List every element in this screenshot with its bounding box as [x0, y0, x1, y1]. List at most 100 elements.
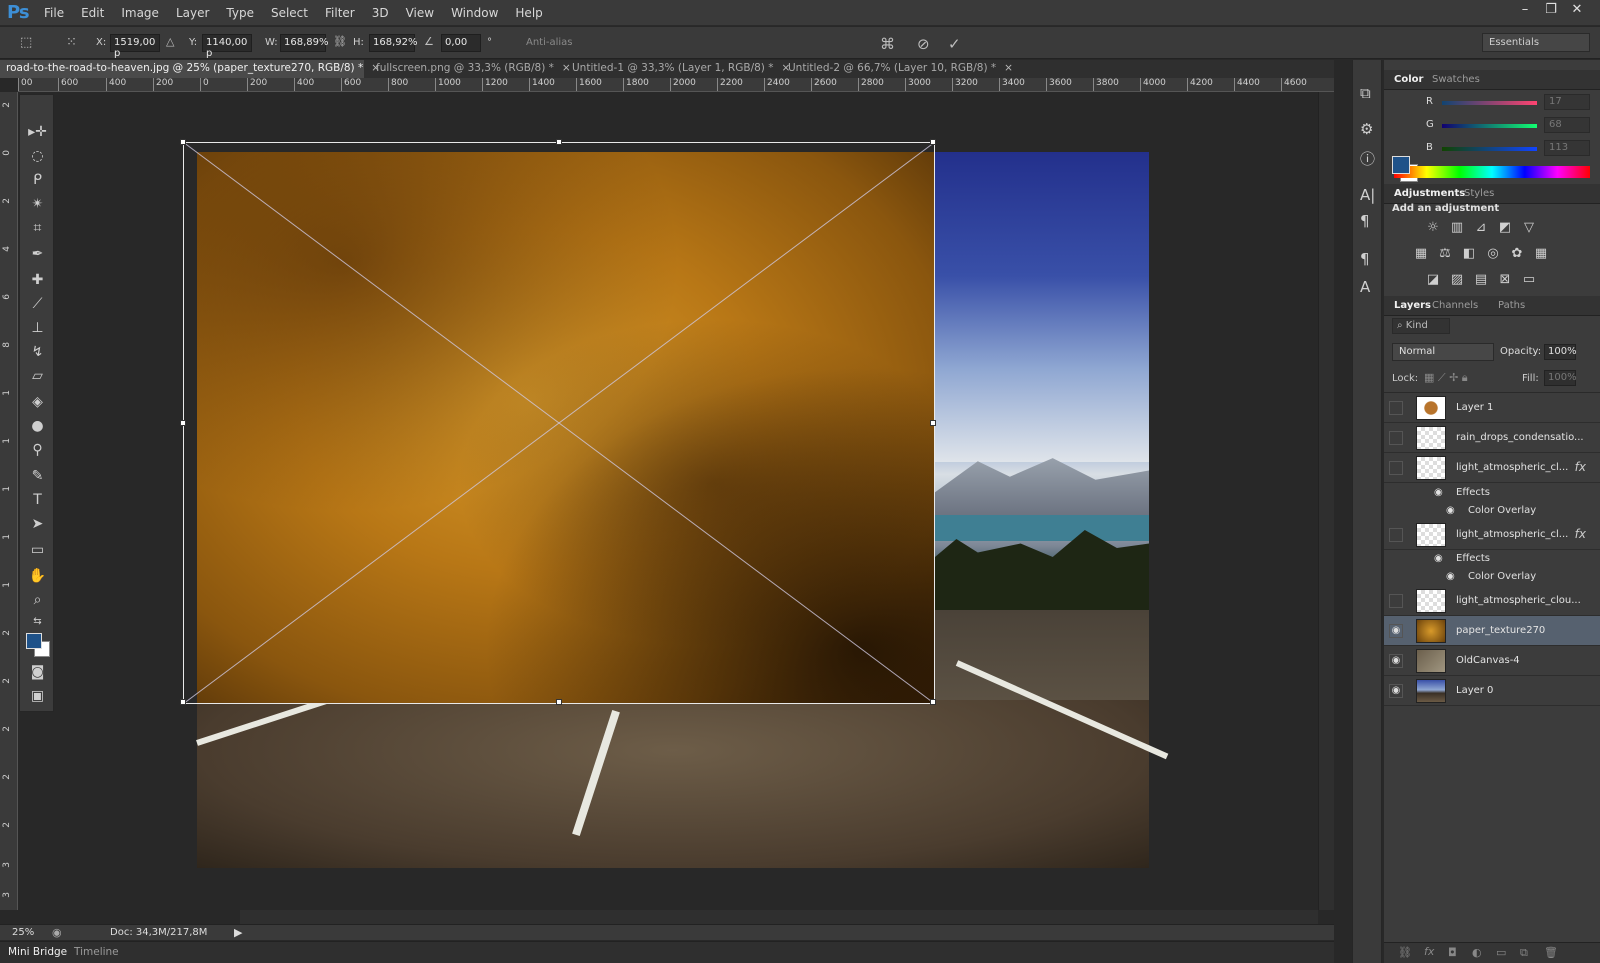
x-field[interactable]: 1519,00 p: [110, 34, 160, 59]
screen-mode-icon[interactable]: ▣: [20, 685, 55, 707]
info-panel-icon[interactable]: ⓘ: [1360, 148, 1375, 169]
eyedropper-tool-icon[interactable]: ✒: [20, 243, 55, 265]
status-info-icon[interactable]: ◉: [52, 926, 62, 939]
tab-color[interactable]: Color: [1394, 74, 1423, 85]
ruler-top[interactable]: 00 600 400 200 0 200 400 600 800 1000 12…: [18, 78, 1334, 92]
visibility-toggle[interactable]: ◉: [1389, 431, 1403, 445]
visibility-toggle[interactable]: ◉: [1389, 654, 1403, 668]
fill-field[interactable]: 100%: [1544, 370, 1577, 386]
lock-icons[interactable]: ▦ ⟋ ✢ 🔒︎: [1424, 371, 1468, 385]
history-panel-icon[interactable]: ⧉: [1360, 84, 1371, 102]
tab-channels[interactable]: Channels: [1432, 300, 1478, 311]
effect-row[interactable]: ◉ Color Overlay: [1384, 568, 1600, 586]
doc-tab[interactable]: fullscreen.png @ 33,3% (RGB/8) * ×: [370, 60, 571, 78]
levels-icon[interactable]: ▥: [1448, 220, 1466, 236]
type-tool-icon[interactable]: T: [20, 489, 55, 511]
visibility-toggle[interactable]: ◉: [1389, 684, 1403, 698]
link-icon[interactable]: ⛓: [333, 35, 347, 48]
layer-row[interactable]: ◉ light_atmospheric_cl... fx: [1384, 453, 1600, 483]
exposure-icon[interactable]: ◩: [1496, 220, 1514, 236]
path-selection-tool-icon[interactable]: ➤: [20, 513, 55, 535]
marquee-tool-icon[interactable]: ◌: [20, 145, 55, 167]
color-lookup-icon[interactable]: ▦: [1532, 246, 1550, 262]
eye-icon[interactable]: ◉: [1446, 505, 1455, 516]
transform-handle-l[interactable]: [180, 420, 186, 426]
minimize-button[interactable]: –: [1512, 2, 1538, 17]
quick-mask-icon[interactable]: ◙: [20, 661, 55, 683]
menu-view[interactable]: View: [406, 6, 434, 20]
reference-point-icon[interactable]: ⁙: [66, 35, 77, 50]
blur-tool-icon[interactable]: ●: [20, 415, 55, 437]
posterize-icon[interactable]: ▨: [1448, 272, 1466, 288]
pen-tool-icon[interactable]: ✎: [20, 465, 55, 487]
b-slider-track[interactable]: [1442, 147, 1537, 151]
swap-colors-icon[interactable]: ⇆: [20, 611, 55, 633]
zoom-tool-icon[interactable]: ⌕: [20, 589, 55, 611]
transform-handle-tl[interactable]: [180, 139, 186, 145]
effect-row[interactable]: ◉ Color Overlay: [1384, 502, 1600, 520]
zoom-level[interactable]: 25%: [12, 927, 34, 938]
tab-adjustments[interactable]: Adjustments: [1394, 188, 1465, 199]
add-style-icon[interactable]: fx: [1424, 945, 1434, 958]
menu-3d[interactable]: 3D: [372, 6, 389, 20]
tab-paths[interactable]: Paths: [1498, 300, 1525, 311]
layer-row[interactable]: ◉ paper_texture270: [1384, 616, 1600, 646]
restore-button[interactable]: ❐: [1538, 2, 1564, 17]
horizontal-scrollbar[interactable]: [240, 910, 1318, 924]
doc-tab[interactable]: road-to-the-road-to-heaven.jpg @ 25% (pa…: [0, 60, 380, 78]
visibility-toggle[interactable]: ◉: [1389, 528, 1403, 542]
layer-row[interactable]: ◉ rain_drops_condensatio...: [1384, 423, 1600, 453]
ruler-left[interactable]: 2 0 2 4 6 8 1 1 1 1 1 2 2 2 2 2 3 3: [0, 92, 18, 910]
paint-bucket-tool-icon[interactable]: ◈: [20, 391, 55, 413]
visibility-toggle[interactable]: ◉: [1389, 594, 1403, 608]
visibility-toggle[interactable]: ◉: [1389, 401, 1403, 415]
properties-panel-icon[interactable]: ⚙: [1360, 120, 1373, 138]
close-button[interactable]: ✕: [1564, 2, 1590, 17]
color-spectrum[interactable]: [1394, 166, 1590, 178]
commit-transform-icon[interactable]: ✓: [948, 35, 961, 53]
menu-select[interactable]: Select: [271, 6, 308, 20]
history-brush-tool-icon[interactable]: ↯: [20, 341, 55, 363]
effects-row[interactable]: ◉ Effects: [1384, 550, 1600, 568]
doc-tab[interactable]: Untitled-1 @ 33,3% (Layer 1, RGB/8) * ×: [566, 60, 790, 78]
layer-row[interactable]: ◉ light_atmospheric_cl... fx: [1384, 520, 1600, 550]
w-field[interactable]: 168,89%: [280, 34, 329, 52]
visibility-toggle[interactable]: ◉: [1389, 461, 1403, 475]
menu-window[interactable]: Window: [451, 6, 498, 20]
hue-saturation-icon[interactable]: ▦: [1412, 246, 1430, 262]
channel-mixer-icon[interactable]: ✿: [1508, 246, 1526, 262]
clone-stamp-tool-icon[interactable]: ⊥: [20, 317, 55, 339]
r-slider-track[interactable]: [1442, 101, 1537, 105]
slider-b[interactable]: B 113: [1384, 140, 1600, 158]
g-value[interactable]: 68: [1544, 117, 1590, 133]
transform-handle-b[interactable]: [556, 699, 562, 705]
invert-icon[interactable]: ◪: [1424, 272, 1442, 288]
b-value[interactable]: 113: [1544, 140, 1590, 156]
transform-handle-tr[interactable]: [930, 139, 936, 145]
brightness-icon[interactable]: ☼: [1424, 220, 1442, 236]
color-foreground-swatch[interactable]: [1392, 156, 1410, 174]
color-balance-icon[interactable]: ⚖: [1436, 246, 1454, 262]
menu-file[interactable]: File: [44, 6, 64, 20]
layer-row[interactable]: ◉ Layer 0: [1384, 676, 1600, 706]
selective-color-icon[interactable]: ⊠: [1496, 272, 1514, 288]
rectangle-tool-icon[interactable]: ▭: [20, 539, 55, 561]
warp-icon[interactable]: ⌘: [880, 35, 895, 53]
foreground-color-swatch[interactable]: [26, 633, 42, 649]
transform-tool-icon[interactable]: ⬚: [20, 35, 32, 50]
slider-r[interactable]: R 17: [1384, 94, 1600, 112]
crop-tool-icon[interactable]: ⌗: [20, 217, 55, 239]
delete-layer-icon[interactable]: 🗑︎: [1544, 946, 1558, 959]
menu-filter[interactable]: Filter: [325, 6, 355, 20]
add-mask-icon[interactable]: ◘: [1448, 946, 1457, 959]
blend-mode-select[interactable]: Normal: [1392, 343, 1494, 361]
fx-icon[interactable]: fx: [1575, 460, 1586, 474]
eraser-tool-icon[interactable]: ▱: [20, 365, 55, 387]
new-adjustment-icon[interactable]: ◐: [1472, 946, 1482, 959]
cancel-transform-icon[interactable]: ⊘: [917, 35, 930, 53]
layer-row[interactable]: ◉ light_atmospheric_clou...: [1384, 586, 1600, 616]
new-layer-icon[interactable]: ⧉: [1520, 946, 1528, 960]
vibrance-icon[interactable]: ▽: [1520, 220, 1538, 236]
vertical-scrollbar[interactable]: [1318, 92, 1334, 910]
menu-edit[interactable]: Edit: [81, 6, 104, 20]
